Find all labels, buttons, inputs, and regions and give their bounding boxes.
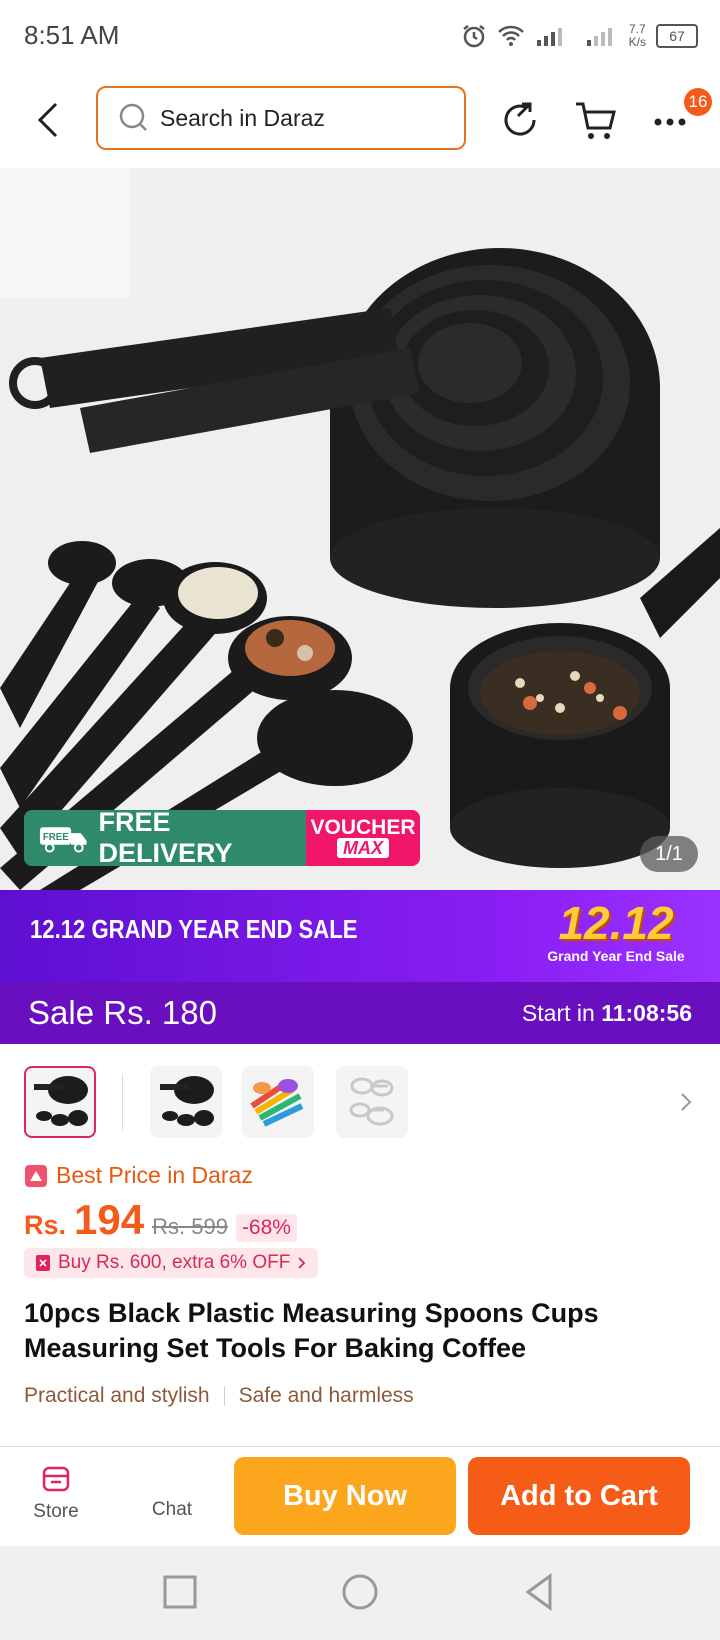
voucher-text: VOUCHER [310, 816, 416, 839]
tag-separator [223, 1386, 225, 1406]
sale-price: Sale Rs. 180 [28, 994, 217, 1032]
variant-thumbnails [0, 1066, 720, 1142]
wifi-icon [497, 25, 524, 46]
delivery-truck-icon: FREE [39, 827, 87, 853]
net-speed: 7.7 K/s [629, 23, 646, 49]
original-price: Rs. 599 [152, 1214, 228, 1239]
best-price-icon [25, 1164, 47, 1187]
sale-countdown: Start in 11:08:56 [522, 1000, 692, 1027]
system-navigation-bar [0, 1546, 720, 1640]
start-label: Start in [521, 1000, 595, 1026]
free-tag: FREE [43, 832, 69, 843]
sale-logo-number: 12.12 [558, 897, 674, 949]
product-title: 10pcs Black Plastic Measuring Spoons Cup… [24, 1298, 599, 1363]
back-nav-icon[interactable] [520, 1572, 560, 1612]
chat-label: Chat [151, 1499, 193, 1520]
product-tag: Practical and stylish [24, 1384, 210, 1407]
recent-apps-icon[interactable] [162, 1574, 198, 1610]
thumbnail-3[interactable] [242, 1066, 314, 1138]
image-pager: 1/1 [640, 836, 698, 872]
search-box[interactable] [96, 86, 466, 150]
voucher-max-label: VOUCHER MAX [306, 810, 420, 866]
sale-price-bar: Sale Rs. 180 Start in 11:08:56 [0, 982, 720, 1044]
promo-offer[interactable]: Buy Rs. 600, extra 6% OFF [24, 1248, 319, 1278]
thumbnail-2[interactable] [150, 1066, 222, 1138]
notification-badge: 16 [684, 88, 712, 116]
signal-icon [536, 28, 562, 46]
price-currency: Rs. [24, 1210, 67, 1240]
sale-price-value: Rs. 180 [103, 994, 217, 1031]
buy-now-button[interactable]: Buy Now [234, 1457, 456, 1535]
battery-icon: 67 [656, 24, 698, 48]
store-label: Store [33, 1501, 79, 1522]
thumbnail-divider [122, 1074, 123, 1130]
countdown-timer: 11:08:56 [601, 1000, 692, 1026]
thumbnail-1[interactable] [24, 1066, 96, 1138]
signal-icon-2 [586, 28, 612, 46]
search-input[interactable] [158, 103, 442, 133]
price-row: Rs. 194 Rs. 599 -68% [24, 1196, 297, 1244]
cart-icon[interactable] [572, 96, 620, 144]
price-value: 194 [74, 1196, 145, 1243]
bottom-action-bar: Store Chat Buy Now Add to Cart [0, 1446, 720, 1547]
store-button[interactable]: Store [16, 1461, 96, 1523]
net-speed-unit: K/s [628, 35, 646, 49]
back-icon[interactable] [26, 96, 74, 144]
best-price-label[interactable]: Best Price in Daraz [24, 1162, 253, 1189]
home-icon[interactable] [340, 1572, 380, 1612]
chevron-right-icon[interactable] [676, 1088, 696, 1116]
sale-campaign-banner[interactable]: 12.12 GRAND YEAR END SALE 12.12 Grand Ye… [0, 890, 720, 982]
best-price-text: Best Price in Daraz [56, 1162, 253, 1188]
discount-badge: -68% [235, 1214, 297, 1242]
free-delivery-text: FREE DELIVERY [98, 810, 233, 866]
status-time: 8:51 AM [24, 20, 120, 50]
voucher-max-text: MAX [337, 838, 389, 858]
chat-icon [132, 1461, 212, 1499]
header: 16 [0, 72, 720, 168]
free-delivery-voucher-banner[interactable]: FREE FREE DELIVERY VOUCHER MAX [24, 810, 420, 866]
sale-logo: 12.12 Grand Year End Sale [546, 898, 686, 978]
product-tags: Practical and stylish Safe and harmless [24, 1384, 414, 1408]
promo-text: Buy Rs. 600, extra 6% OFF [58, 1252, 291, 1273]
sale-label: Sale [28, 994, 95, 1031]
free-delivery-label: FREE FREE DELIVERY [24, 810, 306, 866]
product-tag: Safe and harmless [238, 1384, 414, 1407]
chat-button[interactable]: Chat [132, 1461, 212, 1521]
add-to-cart-button[interactable]: Add to Cart [468, 1457, 690, 1535]
chevron-right-small-icon [298, 1257, 306, 1269]
status-icons: 7.7 K/s 67 [461, 20, 698, 52]
search-icon [119, 103, 147, 131]
share-icon[interactable] [496, 96, 544, 144]
store-icon [42, 1466, 70, 1492]
product-image[interactable] [0, 168, 720, 890]
thumbnail-4[interactable] [336, 1066, 408, 1138]
sale-logo-subtitle: Grand Year End Sale [547, 948, 685, 964]
measuring-cups-illustration [0, 168, 720, 890]
alarm-icon [462, 25, 485, 48]
coupon-icon [36, 1255, 50, 1271]
sale-title: 12.12 GRAND YEAR END SALE [30, 914, 358, 944]
status-bar: 8:51 AM 7.7 K/s 67 [0, 0, 720, 72]
